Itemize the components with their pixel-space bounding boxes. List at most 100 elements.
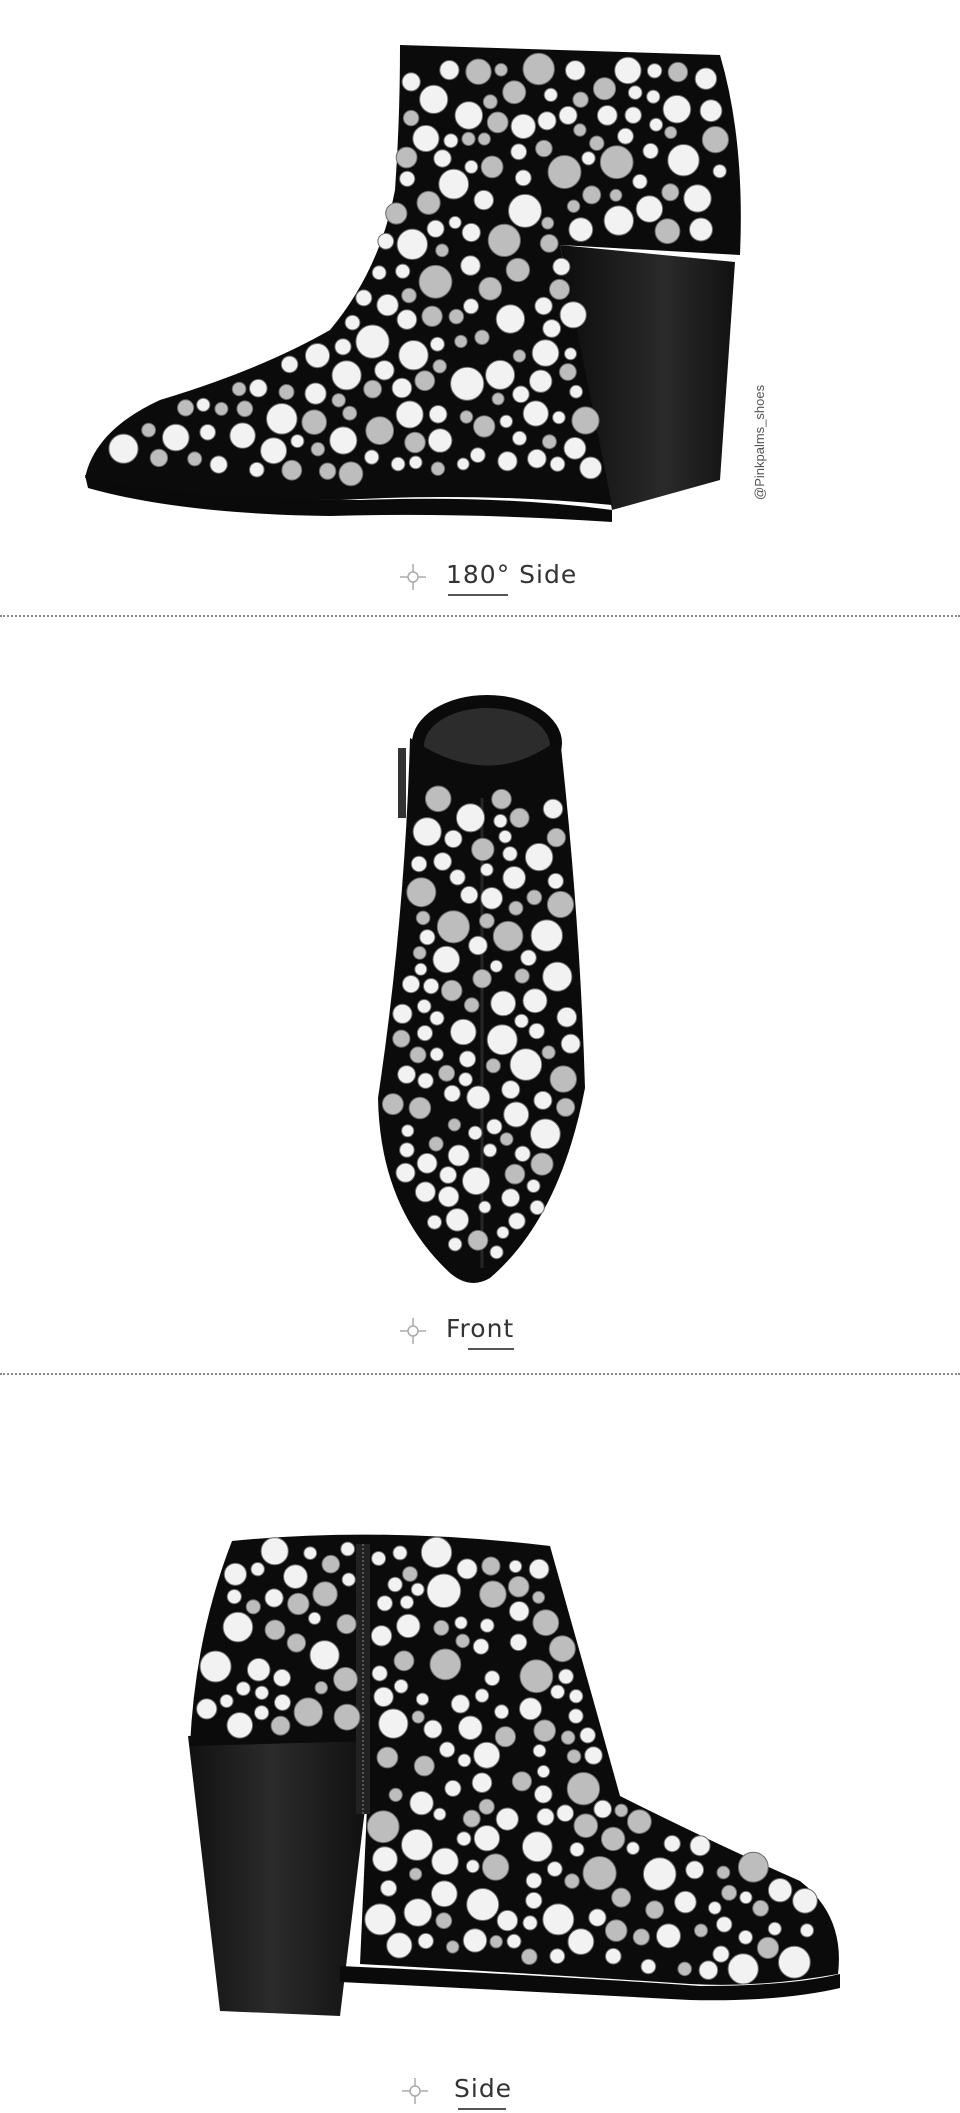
stud — [737, 1851, 769, 1883]
stud — [374, 360, 395, 381]
stud — [329, 426, 358, 455]
section-divider — [0, 1373, 960, 1375]
stud — [371, 1665, 388, 1682]
stud — [429, 1047, 444, 1062]
stud — [418, 264, 453, 299]
stud — [547, 155, 582, 189]
stud — [467, 1125, 483, 1141]
stud — [449, 869, 466, 886]
photo-panel-front: Front — [0, 618, 960, 1373]
boot-photo-side — [188, 1534, 840, 2016]
stud — [582, 185, 602, 205]
stud — [264, 1588, 284, 1608]
stud — [462, 1166, 491, 1196]
stud — [392, 1545, 408, 1561]
stud — [448, 308, 465, 325]
stud — [509, 1048, 543, 1081]
stud — [436, 910, 470, 944]
stud — [502, 865, 527, 890]
stud — [546, 890, 575, 919]
stud — [336, 1614, 357, 1635]
stud — [683, 184, 712, 213]
stud — [467, 1229, 489, 1251]
stud — [430, 1880, 458, 1908]
stud — [530, 1152, 554, 1176]
stud — [281, 459, 303, 481]
stud — [392, 1029, 411, 1048]
stud — [423, 978, 440, 995]
stud — [549, 278, 570, 300]
stud — [482, 1143, 498, 1158]
stud — [712, 1945, 730, 1963]
stud — [701, 126, 730, 154]
stud — [485, 1058, 501, 1074]
stud — [569, 1842, 585, 1857]
stud — [490, 990, 517, 1017]
stud — [364, 1903, 397, 1936]
stud — [406, 877, 437, 908]
stud — [689, 1835, 711, 1857]
stud — [293, 1697, 323, 1727]
stud — [447, 1237, 463, 1252]
stud — [592, 77, 617, 101]
stud — [250, 1562, 265, 1577]
stud — [497, 451, 518, 472]
stud — [385, 202, 408, 225]
stud — [290, 434, 305, 449]
stud — [739, 1890, 753, 1905]
stud — [536, 1807, 555, 1826]
stud — [489, 959, 503, 973]
stud — [410, 1582, 425, 1597]
stud — [489, 1245, 504, 1260]
stud — [411, 1710, 425, 1724]
stud — [656, 1923, 681, 1949]
stud — [423, 1719, 443, 1739]
stud — [438, 1064, 456, 1082]
stud — [649, 117, 664, 132]
stud — [455, 803, 486, 833]
stud — [496, 1909, 519, 1932]
stud — [556, 1097, 576, 1117]
stud — [461, 222, 481, 243]
stud — [566, 1772, 601, 1806]
stud — [473, 415, 496, 438]
stud — [370, 1625, 393, 1647]
stud — [278, 384, 295, 400]
stud — [481, 1556, 501, 1576]
caption-underline — [448, 594, 508, 596]
stud — [558, 1668, 574, 1685]
stud — [512, 385, 530, 404]
stud — [479, 913, 495, 929]
stud — [507, 1575, 530, 1598]
stud — [283, 1564, 308, 1590]
stud — [473, 1825, 501, 1852]
stud — [304, 343, 331, 369]
stud — [321, 1554, 341, 1574]
stud — [430, 461, 446, 476]
stud — [495, 304, 526, 334]
stud — [223, 1562, 247, 1586]
stud — [525, 1872, 543, 1889]
stud — [433, 1807, 447, 1821]
stud — [395, 146, 418, 169]
stud — [387, 1576, 403, 1593]
stud — [338, 461, 364, 487]
stud — [477, 132, 491, 146]
stud — [542, 1903, 575, 1936]
stud — [542, 961, 573, 992]
stud — [589, 135, 605, 151]
stud — [414, 1181, 436, 1203]
stud — [522, 988, 548, 1014]
stud — [486, 111, 509, 134]
stud — [767, 1921, 782, 1936]
stud — [429, 1648, 462, 1681]
stud — [593, 1799, 613, 1819]
stud — [450, 1018, 477, 1046]
stud — [448, 215, 462, 230]
stud — [511, 1771, 533, 1792]
stud — [508, 1559, 523, 1574]
stud — [480, 887, 504, 910]
stud — [214, 401, 229, 416]
stud — [438, 168, 470, 200]
stud — [458, 1050, 477, 1068]
